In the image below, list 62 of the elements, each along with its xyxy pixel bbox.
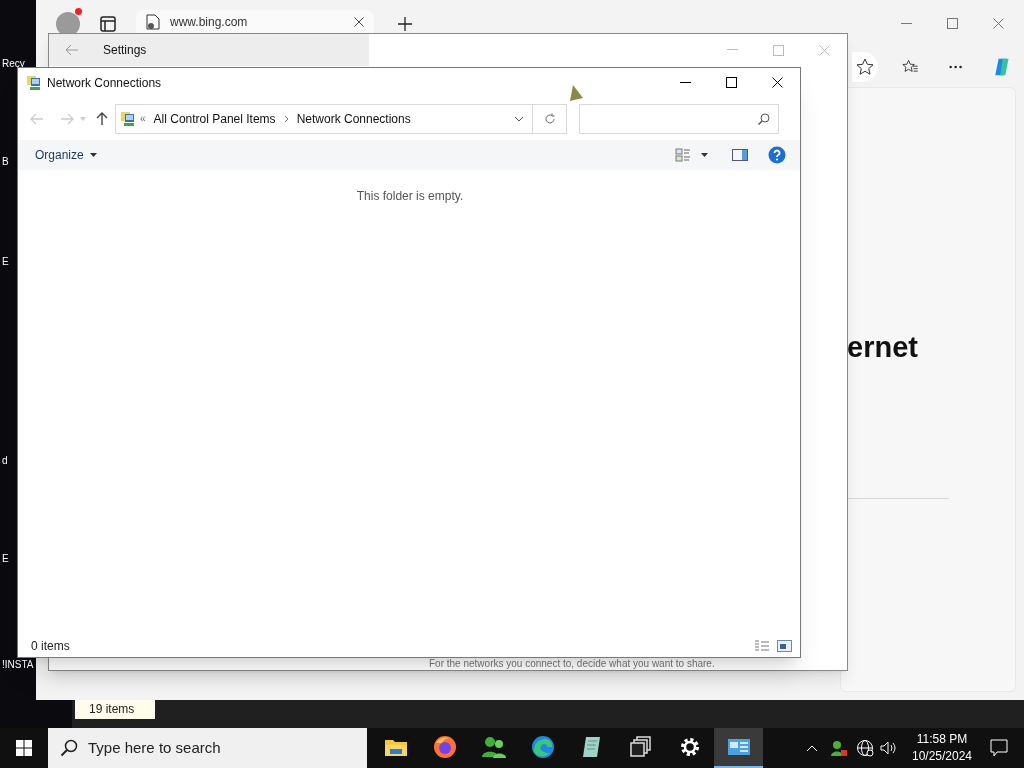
desktop-icon-label: !INSTA — [2, 659, 34, 671]
control-panel-icon — [726, 737, 751, 757]
caret-icon[interactable] — [701, 153, 708, 157]
chevron-right-icon — [283, 114, 289, 123]
up-arrow-icon[interactable] — [96, 111, 108, 126]
desktop-icon-label: Recy — [2, 58, 25, 70]
caret-icon — [89, 153, 97, 157]
globe-icon[interactable] — [856, 739, 874, 757]
folder-icon — [383, 737, 408, 757]
search-icon — [758, 112, 770, 125]
dropdown-chevron-icon[interactable] — [514, 115, 524, 122]
change-view-icon[interactable] — [675, 148, 691, 162]
search-field[interactable] — [579, 103, 779, 134]
breadcrumb-item[interactable]: Network Connections — [296, 109, 411, 128]
windows-logo-icon — [16, 740, 32, 756]
favorite-star-icon[interactable] — [856, 58, 875, 76]
taskbar-app-button[interactable] — [714, 728, 763, 768]
address-bar[interactable]: « All Control Panel Items Network Connections — [115, 103, 533, 134]
edge-icon — [530, 735, 555, 759]
people-alert-icon[interactable] — [830, 739, 848, 757]
desktop-icon-label: E — [2, 256, 9, 268]
notification-icon[interactable] — [990, 739, 1008, 757]
people-icon — [480, 735, 507, 759]
firefox-icon — [432, 735, 457, 759]
empty-folder-message: This folder is empty. — [356, 188, 464, 205]
status-text: 0 items — [31, 638, 70, 655]
settings-icon — [678, 736, 701, 758]
network-computer-icon — [120, 110, 136, 127]
chevron-up-icon[interactable] — [806, 744, 818, 752]
window-title: Settings — [103, 42, 147, 59]
cone-icon — [569, 85, 583, 101]
close-icon[interactable] — [772, 77, 783, 88]
search-icon — [60, 739, 78, 757]
desktop-icon-label: B — [2, 156, 9, 168]
window-title: Network Connections — [47, 74, 162, 92]
desktop-icon-label: E — [2, 553, 9, 565]
breadcrumb-item[interactable]: All Control Panel Items — [153, 109, 276, 128]
more-icon[interactable] — [948, 65, 963, 69]
tab-actions-icon[interactable] — [100, 15, 116, 32]
profile-avatar[interactable] — [56, 11, 80, 36]
status-text: 19 items — [75, 700, 155, 719]
preview-pane-icon[interactable] — [732, 149, 748, 161]
breadcrumb-separator: « — [140, 112, 146, 126]
help-icon[interactable] — [768, 146, 786, 164]
speaker-icon[interactable] — [880, 741, 896, 755]
network-computer-icon — [26, 74, 42, 91]
organize-menu[interactable]: Organize — [35, 146, 97, 164]
large-icons-view-icon[interactable] — [777, 640, 792, 652]
maximize-icon[interactable] — [726, 77, 737, 88]
new-tab-icon[interactable] — [398, 16, 412, 31]
address-field-end[interactable] — [852, 52, 879, 82]
clock[interactable]: 11:58 PM 10/25/2024 — [904, 731, 980, 765]
close-icon[interactable] — [354, 16, 364, 27]
page-icon — [146, 13, 160, 30]
settings-description: For the networks you connect to, decide what you want to share. — [429, 658, 716, 669]
taskbar-search-field[interactable]: Type here to search — [48, 728, 367, 768]
page-heading: ernet — [847, 330, 919, 365]
refresh-icon — [543, 112, 556, 125]
minimize-icon[interactable] — [680, 81, 691, 84]
windows-stack-icon — [629, 736, 652, 758]
desktop-icon-label: d — [2, 455, 8, 467]
browser-tab[interactable]: www.bing.com — [136, 10, 374, 33]
